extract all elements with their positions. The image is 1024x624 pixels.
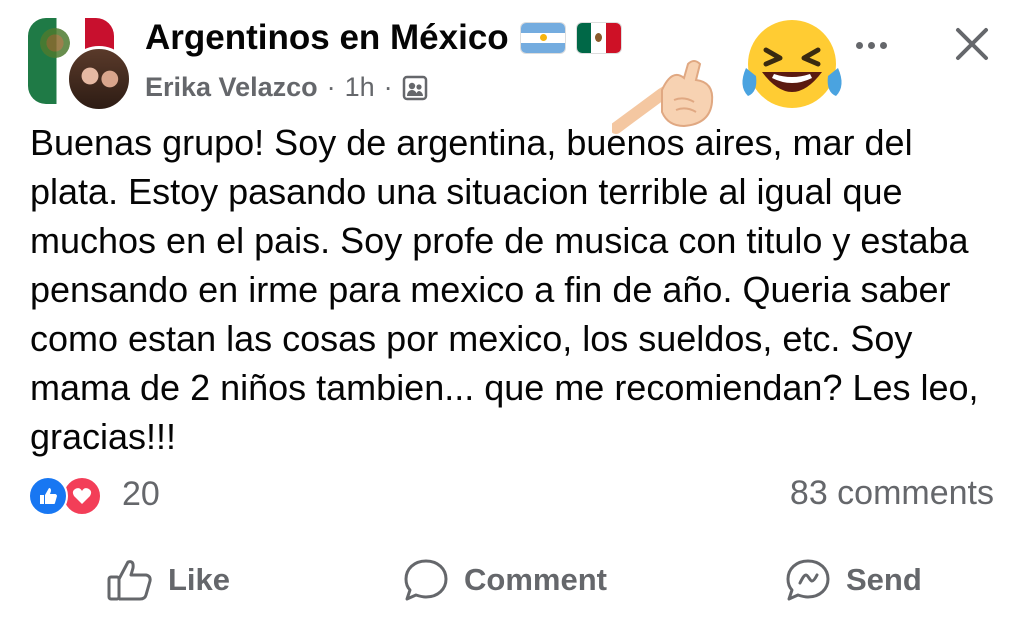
comment-button-label: Comment [464, 562, 607, 597]
argentina-flag-icon [520, 23, 565, 53]
thumbs-up-icon [107, 560, 152, 601]
more-dot [855, 41, 863, 49]
more-dot [879, 41, 887, 49]
author-name-link[interactable]: Erika Velazco [145, 72, 318, 103]
reaction-count: 20 [122, 474, 160, 513]
more-dot [867, 41, 875, 49]
post-time[interactable]: 1h [345, 72, 375, 103]
send-button-label: Send [846, 562, 922, 597]
send-button[interactable]: Send [784, 552, 922, 608]
group-name-link[interactable]: Argentinos en México [145, 18, 509, 58]
tears-of-joy-icon [742, 20, 842, 108]
meta-separator: · [383, 72, 393, 102]
mexico-flag-icon [576, 23, 621, 53]
author-avatar[interactable] [66, 46, 132, 112]
post-meta: Erika Velazco · 1h · [145, 72, 428, 103]
messenger-send-icon [786, 559, 830, 601]
meta-separator: · [326, 72, 336, 102]
like-button[interactable]: Like [106, 552, 230, 608]
like-button-label: Like [168, 562, 231, 597]
comment-bubble-icon [404, 559, 448, 601]
like-reaction-icon [28, 476, 68, 516]
group-members-icon [402, 75, 427, 100]
comments-count-link[interactable]: 83 comments [790, 474, 994, 513]
close-icon[interactable] [950, 22, 994, 66]
reaction-icons [28, 474, 108, 516]
post-header-title: Argentinos en México [145, 18, 621, 58]
post-actions-bar: Like Comment Send [0, 552, 1024, 608]
reactions-summary[interactable]: 20 [28, 474, 160, 516]
mexico-crest-icon [40, 28, 70, 58]
post-text: Buenas grupo! Soy de argentina, buenos a… [30, 122, 979, 457]
post-avatar[interactable] [28, 18, 132, 112]
love-reaction-icon [62, 476, 102, 516]
comment-button[interactable]: Comment [402, 552, 607, 608]
more-options-button[interactable] [846, 30, 896, 60]
